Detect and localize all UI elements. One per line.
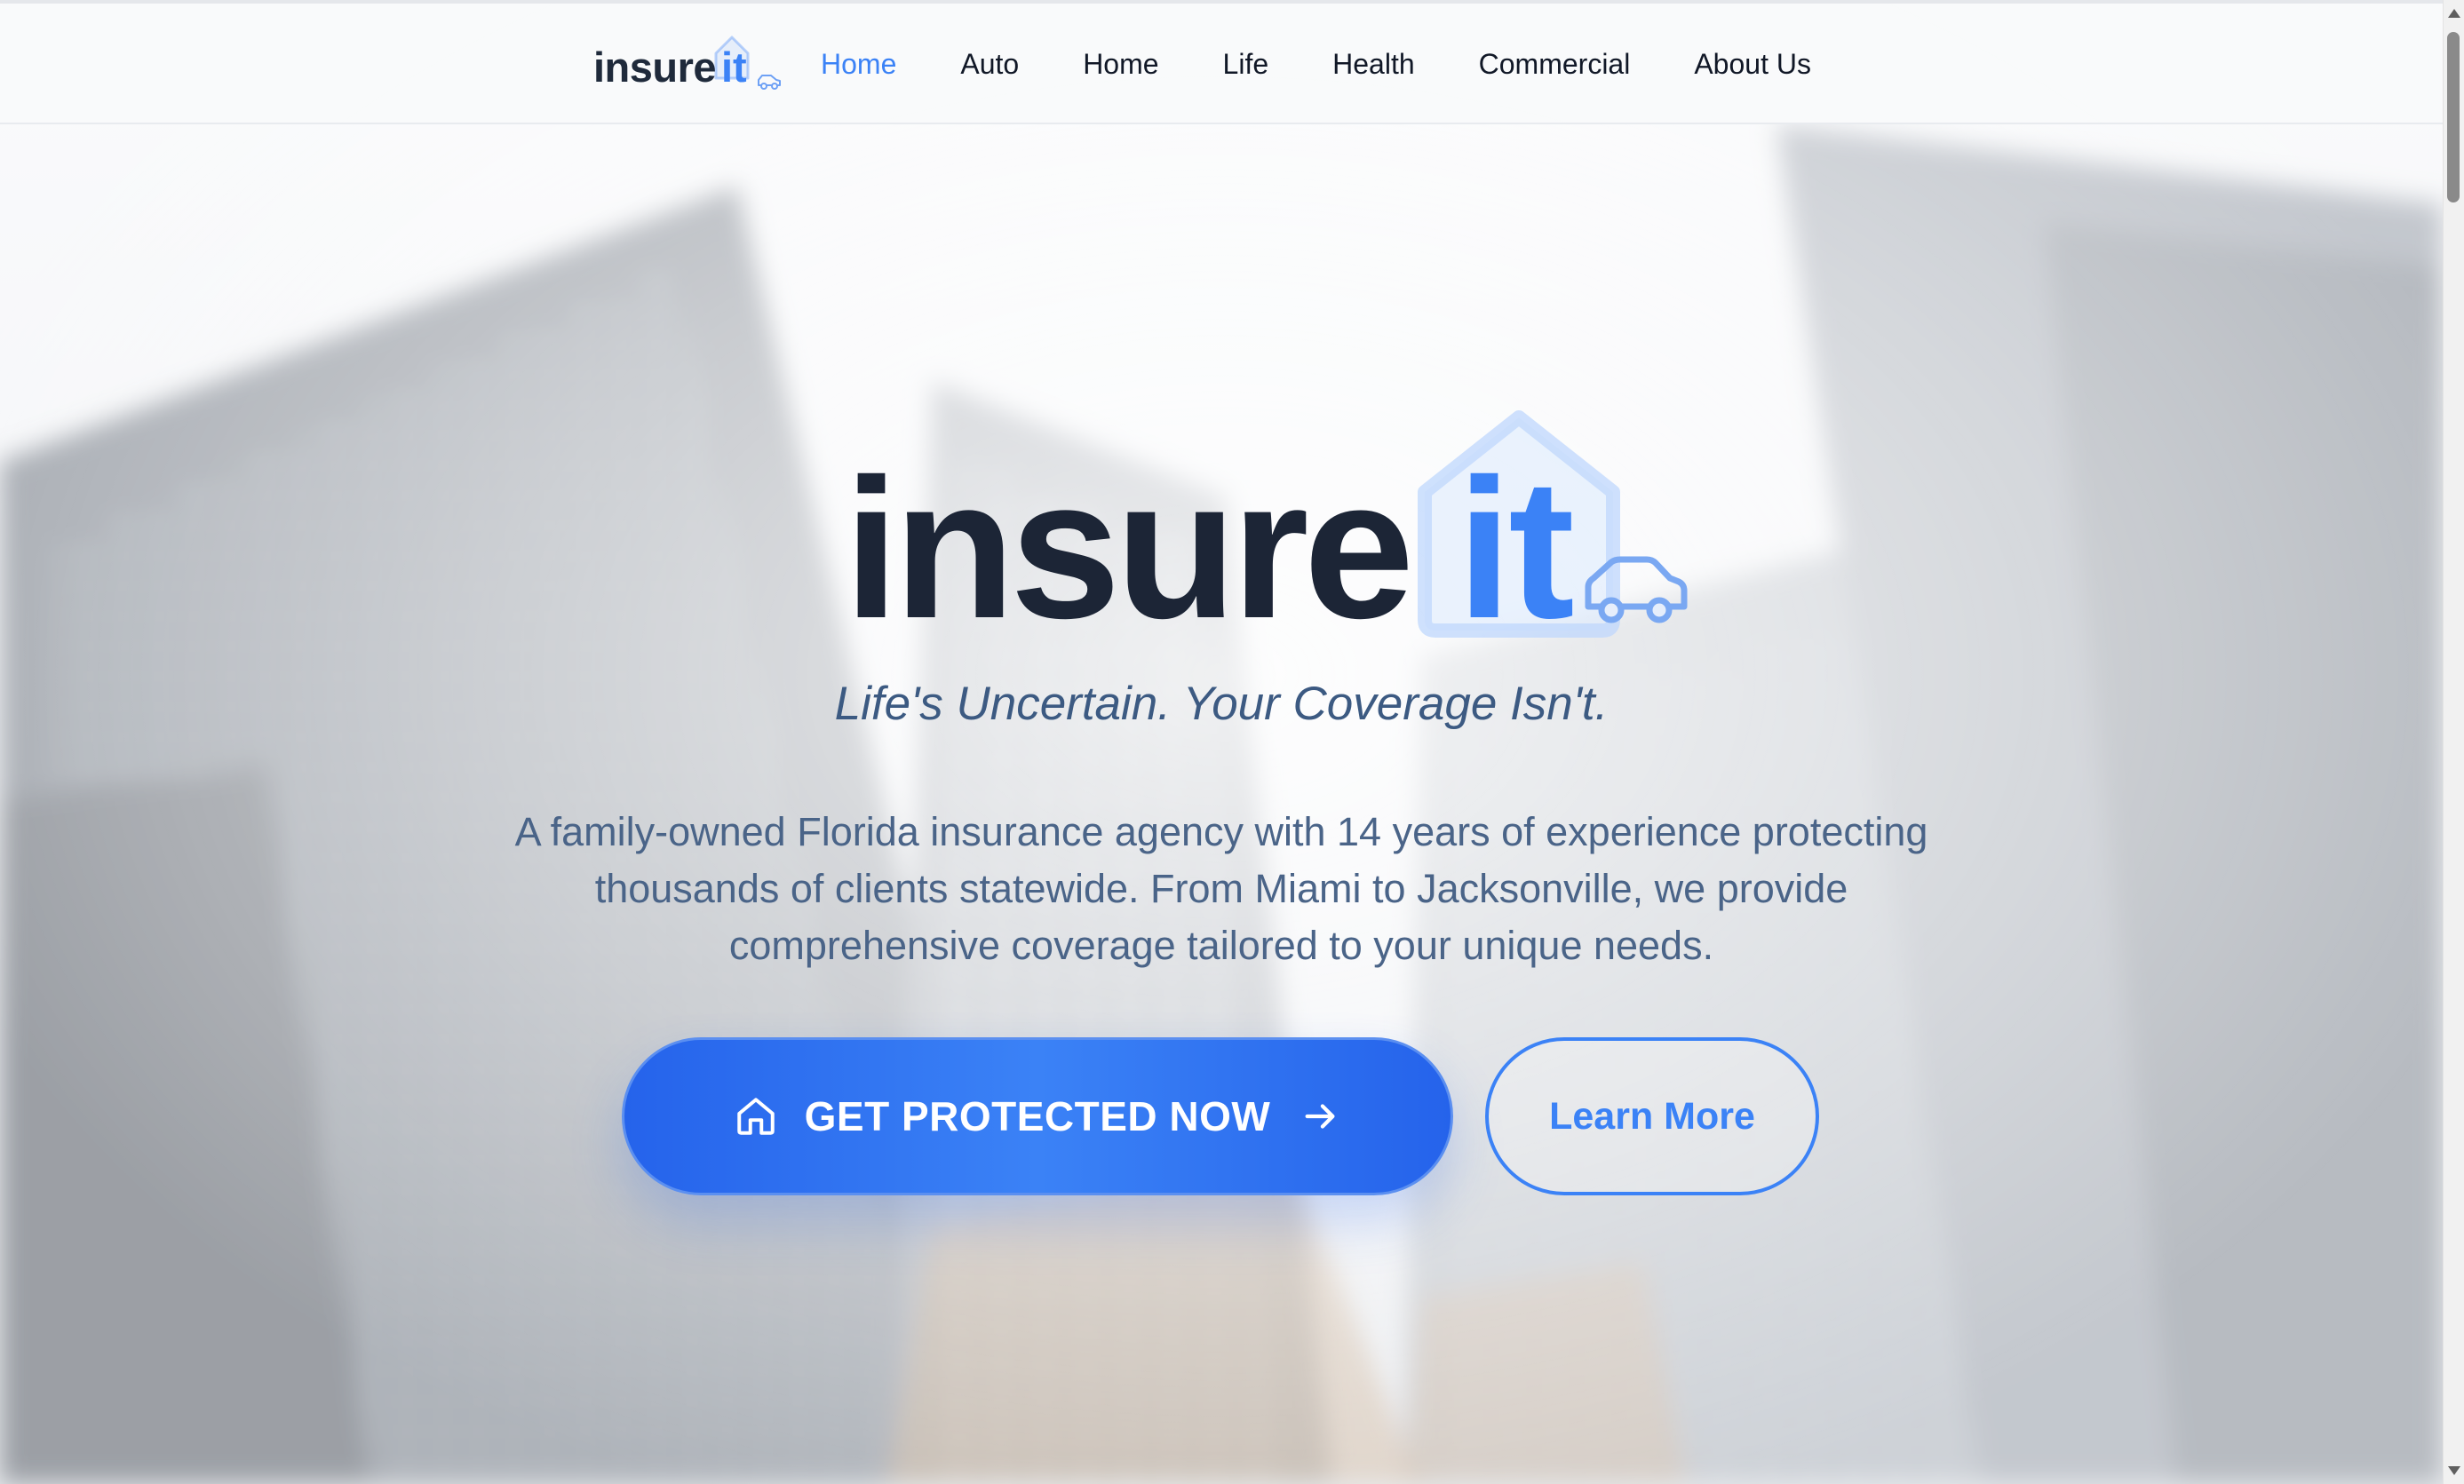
- nav-item-auto[interactable]: Auto: [960, 48, 1019, 81]
- hero-logo: insure it: [844, 400, 1688, 648]
- arrow-right-icon: [1305, 1104, 1335, 1129]
- hero-logo-word: insure: [844, 438, 1414, 660]
- nav-logo[interactable]: insure it: [593, 27, 789, 98]
- top-navbar: insure it Home Auto Home Life Health Com…: [0, 0, 2443, 124]
- scrollbar-thumb[interactable]: [2447, 32, 2460, 202]
- hero-background-image: [0, 0, 2443, 1484]
- nav-item-home[interactable]: Home: [821, 48, 896, 81]
- page-scrollbar[interactable]: [2443, 0, 2464, 1484]
- nav-item-commercial[interactable]: Commercial: [1479, 48, 1631, 81]
- learn-more-button[interactable]: Learn More: [1485, 1037, 1819, 1195]
- hero-description: A family-owned Florida insurance agency …: [514, 809, 1928, 968]
- nav-logo-word: insure: [593, 44, 717, 91]
- main-nav: Home Auto Home Life Health Commercial Ab…: [821, 48, 1811, 81]
- home-icon: [736, 1098, 775, 1135]
- car-icon: [758, 75, 781, 90]
- hero-logo-accent: it: [1457, 438, 1575, 660]
- scroll-up-arrow-icon[interactable]: [2448, 9, 2460, 18]
- car-icon: [1585, 556, 1688, 623]
- scroll-down-arrow-icon[interactable]: [2448, 1466, 2460, 1475]
- nav-item-about-us[interactable]: About Us: [1694, 48, 1811, 81]
- get-protected-now-button[interactable]: GET PROTECTED NOW: [622, 1037, 1453, 1195]
- get-protected-now-label: GET PROTECTED NOW: [804, 1093, 1271, 1139]
- learn-more-label: Learn More: [1549, 1094, 1755, 1138]
- hero-tagline: Life's Uncertain. Your Coverage Isn't.: [834, 678, 1609, 730]
- nav-item-health[interactable]: Health: [1332, 48, 1415, 81]
- nav-logo-accent: it: [721, 44, 747, 91]
- nav-item-home-insurance[interactable]: Home: [1083, 48, 1158, 81]
- nav-item-life[interactable]: Life: [1223, 48, 1269, 81]
